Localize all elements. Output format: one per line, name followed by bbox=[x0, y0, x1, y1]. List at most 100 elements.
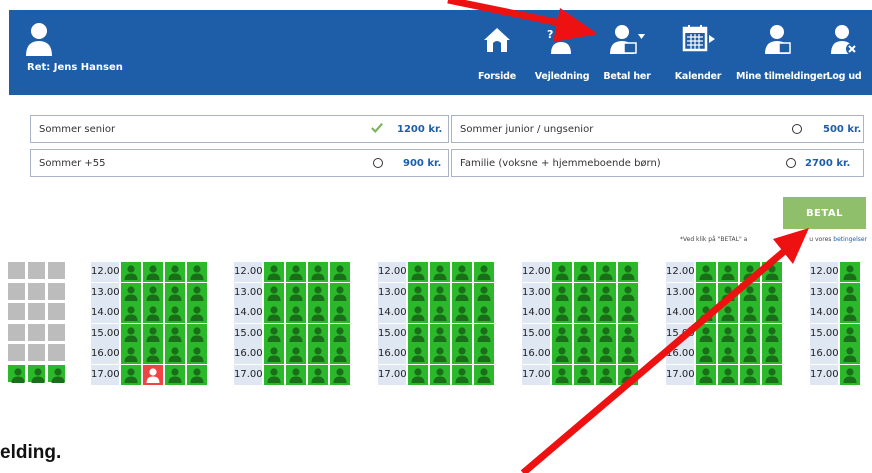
available-slot[interactable] bbox=[121, 303, 141, 323]
available-slot[interactable] bbox=[286, 262, 306, 282]
booked-slot[interactable] bbox=[143, 364, 163, 385]
available-slot[interactable] bbox=[696, 262, 716, 282]
available-slot[interactable] bbox=[187, 323, 207, 344]
available-slot[interactable] bbox=[718, 262, 738, 282]
available-slot[interactable] bbox=[28, 364, 45, 383]
available-slot[interactable] bbox=[452, 282, 472, 303]
available-slot[interactable] bbox=[618, 323, 638, 344]
available-slot[interactable] bbox=[430, 323, 450, 344]
available-slot[interactable] bbox=[840, 262, 860, 282]
available-slot[interactable] bbox=[121, 323, 141, 344]
available-slot[interactable] bbox=[408, 303, 428, 323]
available-slot[interactable] bbox=[574, 303, 594, 323]
available-slot[interactable] bbox=[762, 344, 782, 364]
available-slot[interactable] bbox=[165, 262, 185, 282]
available-slot[interactable] bbox=[452, 303, 472, 323]
available-slot[interactable] bbox=[740, 344, 760, 364]
available-slot[interactable] bbox=[308, 303, 328, 323]
available-slot[interactable] bbox=[740, 364, 760, 385]
available-slot[interactable] bbox=[8, 364, 25, 383]
available-slot[interactable] bbox=[762, 282, 782, 303]
available-slot[interactable] bbox=[143, 323, 163, 344]
available-slot[interactable] bbox=[264, 282, 284, 303]
available-slot[interactable] bbox=[264, 364, 284, 385]
available-slot[interactable] bbox=[187, 282, 207, 303]
available-slot[interactable] bbox=[187, 262, 207, 282]
available-slot[interactable] bbox=[308, 262, 328, 282]
available-slot[interactable] bbox=[552, 282, 572, 303]
available-slot[interactable] bbox=[452, 344, 472, 364]
available-slot[interactable] bbox=[474, 323, 494, 344]
available-slot[interactable] bbox=[840, 303, 860, 323]
radio-button[interactable] bbox=[373, 158, 383, 168]
available-slot[interactable] bbox=[330, 282, 350, 303]
available-slot[interactable] bbox=[165, 344, 185, 364]
available-slot[interactable] bbox=[696, 364, 716, 385]
available-slot[interactable] bbox=[696, 303, 716, 323]
available-slot[interactable] bbox=[430, 303, 450, 323]
nav-mine-tilmeldinger[interactable]: Mine tilmeldinger bbox=[736, 20, 827, 86]
available-slot[interactable] bbox=[286, 364, 306, 385]
available-slot[interactable] bbox=[718, 282, 738, 303]
available-slot[interactable] bbox=[308, 344, 328, 364]
available-slot[interactable] bbox=[308, 364, 328, 385]
available-slot[interactable] bbox=[121, 344, 141, 364]
radio-button[interactable] bbox=[786, 158, 796, 168]
available-slot[interactable] bbox=[474, 344, 494, 364]
available-slot[interactable] bbox=[143, 262, 163, 282]
available-slot[interactable] bbox=[452, 364, 472, 385]
available-slot[interactable] bbox=[718, 364, 738, 385]
available-slot[interactable] bbox=[264, 303, 284, 323]
available-slot[interactable] bbox=[121, 364, 141, 385]
available-slot[interactable] bbox=[552, 303, 572, 323]
available-slot[interactable] bbox=[143, 344, 163, 364]
available-slot[interactable] bbox=[143, 303, 163, 323]
available-slot[interactable] bbox=[618, 262, 638, 282]
available-slot[interactable] bbox=[618, 364, 638, 385]
available-slot[interactable] bbox=[840, 282, 860, 303]
available-slot[interactable] bbox=[762, 323, 782, 344]
available-slot[interactable] bbox=[574, 364, 594, 385]
available-slot[interactable] bbox=[187, 364, 207, 385]
nav-vejledning[interactable]: ? Vejledning bbox=[533, 20, 591, 86]
available-slot[interactable] bbox=[308, 323, 328, 344]
available-slot[interactable] bbox=[165, 282, 185, 303]
available-slot[interactable] bbox=[308, 282, 328, 303]
available-slot[interactable] bbox=[596, 364, 616, 385]
available-slot[interactable] bbox=[552, 262, 572, 282]
available-slot[interactable] bbox=[696, 344, 716, 364]
available-slot[interactable] bbox=[696, 323, 716, 344]
option-sommer-junior[interactable]: Sommer junior / ungsenior 500 kr. bbox=[451, 115, 864, 143]
available-slot[interactable] bbox=[286, 282, 306, 303]
available-slot[interactable] bbox=[165, 364, 185, 385]
available-slot[interactable] bbox=[165, 303, 185, 323]
available-slot[interactable] bbox=[718, 344, 738, 364]
available-slot[interactable] bbox=[408, 262, 428, 282]
available-slot[interactable] bbox=[596, 303, 616, 323]
available-slot[interactable] bbox=[165, 323, 185, 344]
available-slot[interactable] bbox=[286, 344, 306, 364]
available-slot[interactable] bbox=[474, 282, 494, 303]
available-slot[interactable] bbox=[596, 262, 616, 282]
available-slot[interactable] bbox=[408, 282, 428, 303]
available-slot[interactable] bbox=[618, 303, 638, 323]
available-slot[interactable] bbox=[574, 262, 594, 282]
radio-button[interactable] bbox=[792, 124, 802, 134]
available-slot[interactable] bbox=[474, 364, 494, 385]
available-slot[interactable] bbox=[264, 344, 284, 364]
available-slot[interactable] bbox=[696, 282, 716, 303]
available-slot[interactable] bbox=[330, 323, 350, 344]
available-slot[interactable] bbox=[740, 262, 760, 282]
available-slot[interactable] bbox=[408, 344, 428, 364]
available-slot[interactable] bbox=[430, 262, 450, 282]
nav-kalender[interactable]: Kalender bbox=[674, 20, 722, 86]
available-slot[interactable] bbox=[330, 364, 350, 385]
available-slot[interactable] bbox=[430, 344, 450, 364]
option-sommer-senior[interactable]: Sommer senior 1200 kr. bbox=[30, 115, 449, 143]
available-slot[interactable] bbox=[740, 303, 760, 323]
available-slot[interactable] bbox=[264, 262, 284, 282]
available-slot[interactable] bbox=[596, 323, 616, 344]
available-slot[interactable] bbox=[552, 323, 572, 344]
available-slot[interactable] bbox=[452, 262, 472, 282]
available-slot[interactable] bbox=[840, 323, 860, 344]
